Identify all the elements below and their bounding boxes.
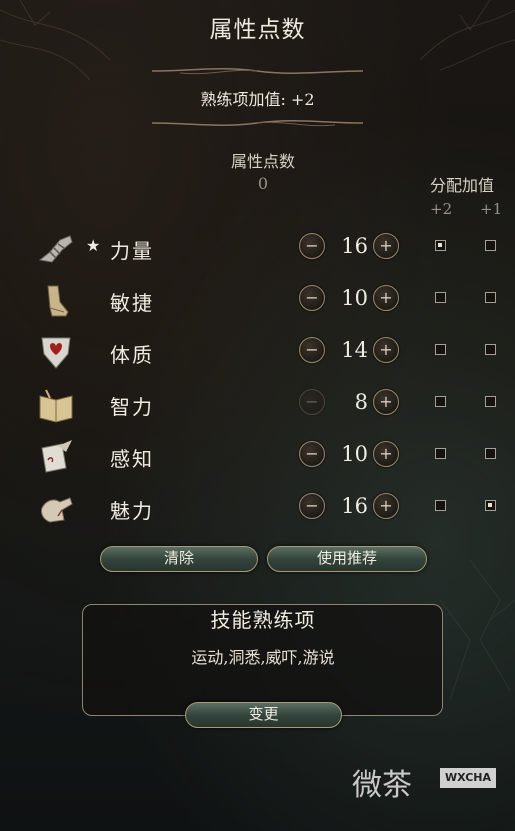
bonus-plus2-checkbox[interactable]	[435, 240, 446, 251]
increase-button[interactable]: +	[373, 441, 399, 467]
plus-icon: +	[379, 496, 393, 515]
decrease-button[interactable]: −	[299, 337, 325, 363]
plus-icon: +	[379, 288, 393, 307]
attribute-row-charisma: 魅力 − 16 +	[0, 486, 515, 532]
use-recommended-button[interactable]: 使用推荐	[267, 546, 427, 572]
attribute-name: 魅力	[110, 499, 154, 523]
plus-icon: +	[379, 236, 393, 255]
heart-shield-icon	[41, 337, 71, 369]
bonus-plus2-checkbox[interactable]	[435, 448, 446, 459]
skill-proficiency-title: 技能熟练项	[210, 608, 316, 632]
attribute-value: 10	[341, 286, 368, 310]
bottom-ornament	[151, 120, 364, 127]
minus-icon: −	[305, 392, 319, 411]
bonus-plus1-checkbox[interactable]	[485, 292, 496, 303]
attribute-row-wisdom: 感知 − 10 +	[0, 434, 515, 480]
increase-button[interactable]: +	[373, 493, 399, 519]
attribute-row-strength: ★ 力量 − 16 +	[0, 226, 515, 272]
plus-icon: +	[379, 392, 393, 411]
decrease-button[interactable]: −	[299, 285, 325, 311]
top-ornament	[151, 68, 364, 75]
watermark-badge: WXCHA	[440, 768, 496, 788]
increase-button[interactable]: +	[373, 233, 399, 259]
minus-icon: −	[305, 340, 319, 359]
increase-button[interactable]: +	[373, 337, 399, 363]
watermark-text: 微茶	[352, 768, 412, 803]
scroll-quill-icon	[41, 440, 72, 473]
attribute-value: 8	[354, 390, 368, 414]
bonus-plus1-checkbox[interactable]	[485, 396, 496, 407]
attribute-name: 敏捷	[110, 291, 154, 315]
change-skills-button[interactable]: 变更	[185, 702, 342, 728]
attribute-row-intelligence: 智力 − 8 +	[0, 382, 515, 428]
book-icon	[39, 389, 73, 423]
plus-icon: +	[379, 444, 393, 463]
bonus-plus2-checkbox[interactable]	[435, 396, 446, 407]
page-title: 属性点数	[209, 17, 306, 43]
skill-proficiency-list: 运动,洞悉,威吓,游说	[191, 648, 335, 667]
increase-button[interactable]: +	[373, 389, 399, 415]
minus-icon: −	[305, 236, 319, 255]
minus-icon: −	[305, 444, 319, 463]
minus-icon: −	[305, 288, 319, 307]
gauntlet-icon	[38, 235, 73, 263]
attribute-name: 力量	[110, 239, 154, 263]
attribute-row-dexterity: 敏捷 − 10 +	[0, 278, 515, 324]
allocation-plus2-header: +2	[430, 200, 453, 218]
attribute-name: 智力	[110, 395, 154, 419]
bonus-plus1-checkbox[interactable]	[485, 448, 496, 459]
increase-button[interactable]: +	[373, 285, 399, 311]
attribute-row-constitution: 体质 − 14 +	[0, 330, 515, 376]
attribute-value: 14	[341, 338, 368, 362]
allocation-plus1-header: +1	[480, 200, 503, 218]
decrease-button[interactable]: −	[299, 389, 325, 415]
attribute-value: 16	[341, 494, 368, 518]
bonus-plus1-checkbox[interactable]	[485, 500, 496, 511]
decrease-button[interactable]: −	[299, 233, 325, 259]
attribute-value: 16	[341, 234, 368, 258]
star-icon: ★	[86, 236, 101, 255]
bonus-plus1-checkbox[interactable]	[485, 240, 496, 251]
minus-icon: −	[305, 496, 319, 515]
decrease-button[interactable]: −	[299, 493, 325, 519]
hand-icon	[41, 497, 73, 523]
points-label: 属性点数	[230, 152, 295, 171]
plus-icon: +	[379, 340, 393, 359]
bonus-plus2-checkbox[interactable]	[435, 344, 446, 355]
bonus-plus2-checkbox[interactable]	[435, 292, 446, 303]
allocation-label: 分配加值	[430, 176, 495, 195]
decrease-button[interactable]: −	[299, 441, 325, 467]
bonus-plus2-checkbox[interactable]	[435, 500, 446, 511]
proficiency-bonus: 熟练项加值: +2	[200, 90, 315, 109]
boot-icon	[47, 285, 69, 317]
clear-button[interactable]: 清除	[100, 546, 258, 572]
bonus-plus1-checkbox[interactable]	[485, 344, 496, 355]
attribute-name: 感知	[110, 447, 154, 471]
attribute-value: 10	[341, 442, 368, 466]
attribute-name: 体质	[110, 343, 154, 367]
